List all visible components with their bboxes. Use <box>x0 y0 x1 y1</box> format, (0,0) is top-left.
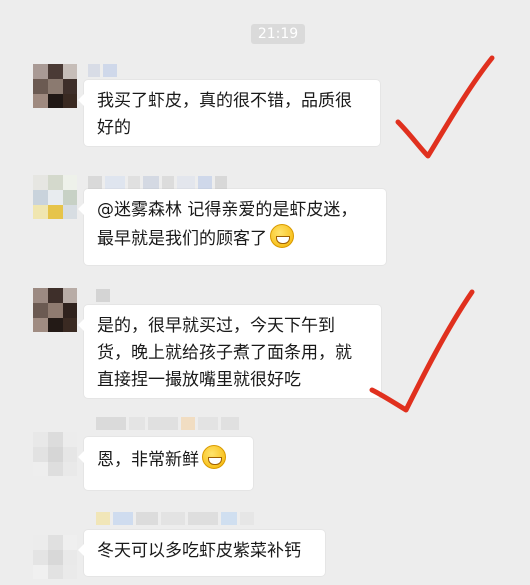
message-bubble[interactable]: 冬天可以多吃虾皮紫菜补钙 <box>78 530 325 576</box>
check-mark-icon <box>395 55 495 159</box>
avatar[interactable] <box>33 432 77 476</box>
sender-name-blurred <box>96 289 113 302</box>
message-text: 恩，非常新鲜 <box>97 450 199 470</box>
sender-name-blurred <box>88 64 120 77</box>
message-bubble[interactable]: 是的，很早就买过，今天下午到货，晚上就给孩子煮了面条用，就直接捏一撮放嘴里就很好… <box>78 305 381 398</box>
message-bubble[interactable]: 我买了虾皮，真的很不错，品质很好的 <box>78 80 380 146</box>
message-bubble[interactable]: @迷雾森林 记得亲爱的是虾皮迷，最早就是我们的顾客了 <box>78 189 386 265</box>
sender-name-blurred <box>88 176 230 189</box>
mention-link[interactable]: @迷雾森林 <box>97 200 182 220</box>
sender-name-blurred <box>96 417 242 430</box>
sender-name-blurred <box>96 512 257 525</box>
avatar[interactable] <box>33 288 77 332</box>
yum-face-icon <box>202 445 226 469</box>
grinning-face-icon <box>270 224 294 248</box>
message-timestamp: 21:19 <box>251 24 305 44</box>
message-bubble[interactable]: 恩，非常新鲜 <box>78 437 253 490</box>
avatar[interactable] <box>33 64 77 108</box>
message-text: 是的，很早就买过，今天下午到货，晚上就给孩子煮了面条用，就直接捏一撮放嘴里就很好… <box>97 316 352 390</box>
avatar[interactable] <box>33 535 77 579</box>
message-text: 冬天可以多吃虾皮紫菜补钙 <box>97 541 301 561</box>
message-text: 我买了虾皮，真的很不错，品质很好的 <box>97 91 352 138</box>
avatar[interactable] <box>33 175 77 219</box>
check-mark-icon <box>369 289 475 413</box>
